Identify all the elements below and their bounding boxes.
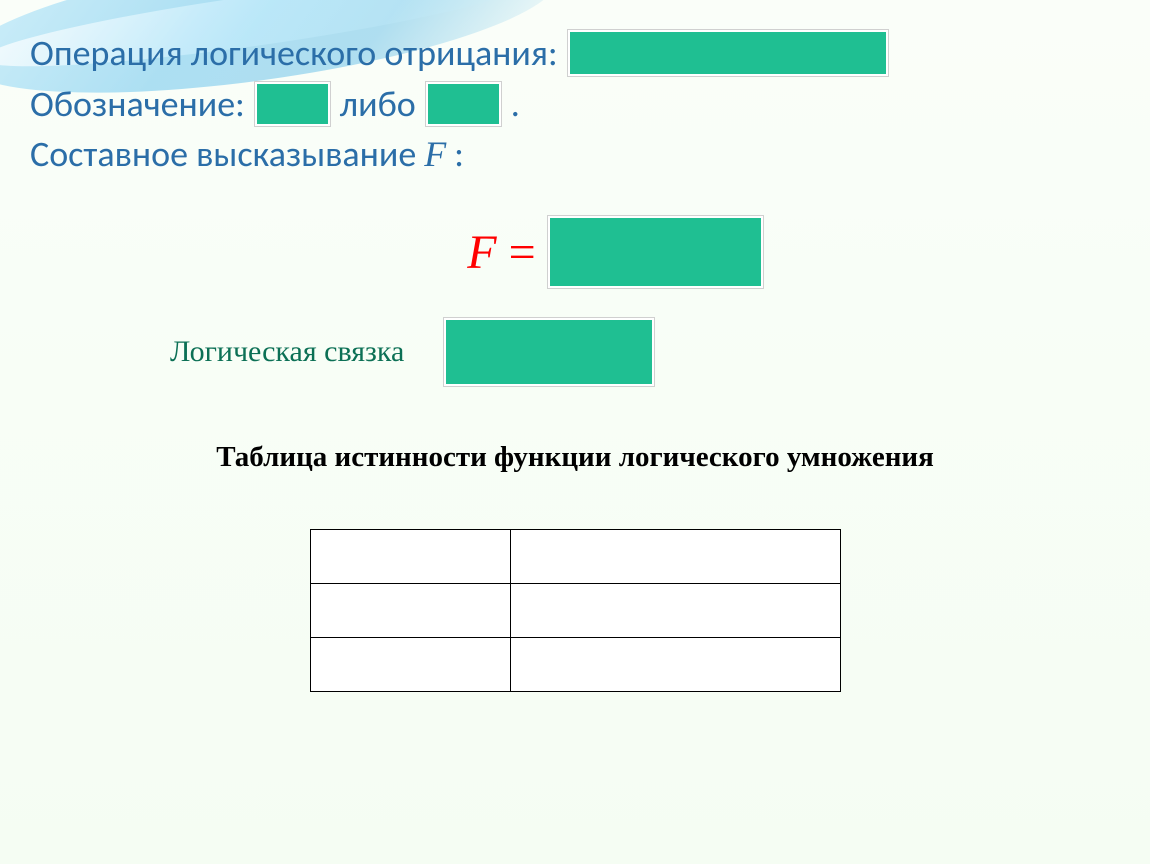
slide-content: Операция логического отрицания: Обозначе…	[30, 30, 1120, 692]
compound-label: Составное высказывание	[30, 132, 416, 176]
notation-period: .	[511, 82, 520, 126]
table-cell	[310, 638, 510, 692]
table-cell	[510, 638, 840, 692]
formula-hidden-box[interactable]	[548, 216, 763, 288]
notation-or: либо	[340, 82, 416, 126]
table-cell	[310, 584, 510, 638]
table-row	[310, 584, 840, 638]
formula-var: F	[467, 225, 496, 280]
notation-hidden-box-1[interactable]	[255, 82, 330, 126]
notation-line: Обозначение: либо .	[30, 82, 1120, 126]
table-cell	[510, 530, 840, 584]
operation-hidden-box[interactable]	[568, 30, 888, 76]
connective-hidden-box[interactable]	[444, 318, 654, 386]
table-cell	[310, 530, 510, 584]
notation-label: Обозначение:	[30, 82, 245, 126]
table-row	[310, 530, 840, 584]
table-row	[310, 638, 840, 692]
notation-hidden-box-2[interactable]	[426, 82, 501, 126]
compound-colon: :	[454, 132, 464, 176]
compound-line: Составное высказывание F :	[30, 132, 1120, 176]
operation-line: Операция логического отрицания:	[30, 30, 1120, 76]
compound-var: F	[424, 133, 446, 175]
operation-label: Операция логического отрицания:	[30, 31, 558, 75]
connective-row: Логическая связка	[30, 318, 1120, 386]
truth-table-title: Таблица истинности функции логического у…	[30, 441, 1120, 474]
formula-equals: =	[509, 225, 536, 280]
connective-label: Логическая связка	[170, 335, 404, 369]
truth-table	[310, 529, 841, 692]
formula-row: F =	[30, 216, 1120, 288]
table-cell	[510, 584, 840, 638]
